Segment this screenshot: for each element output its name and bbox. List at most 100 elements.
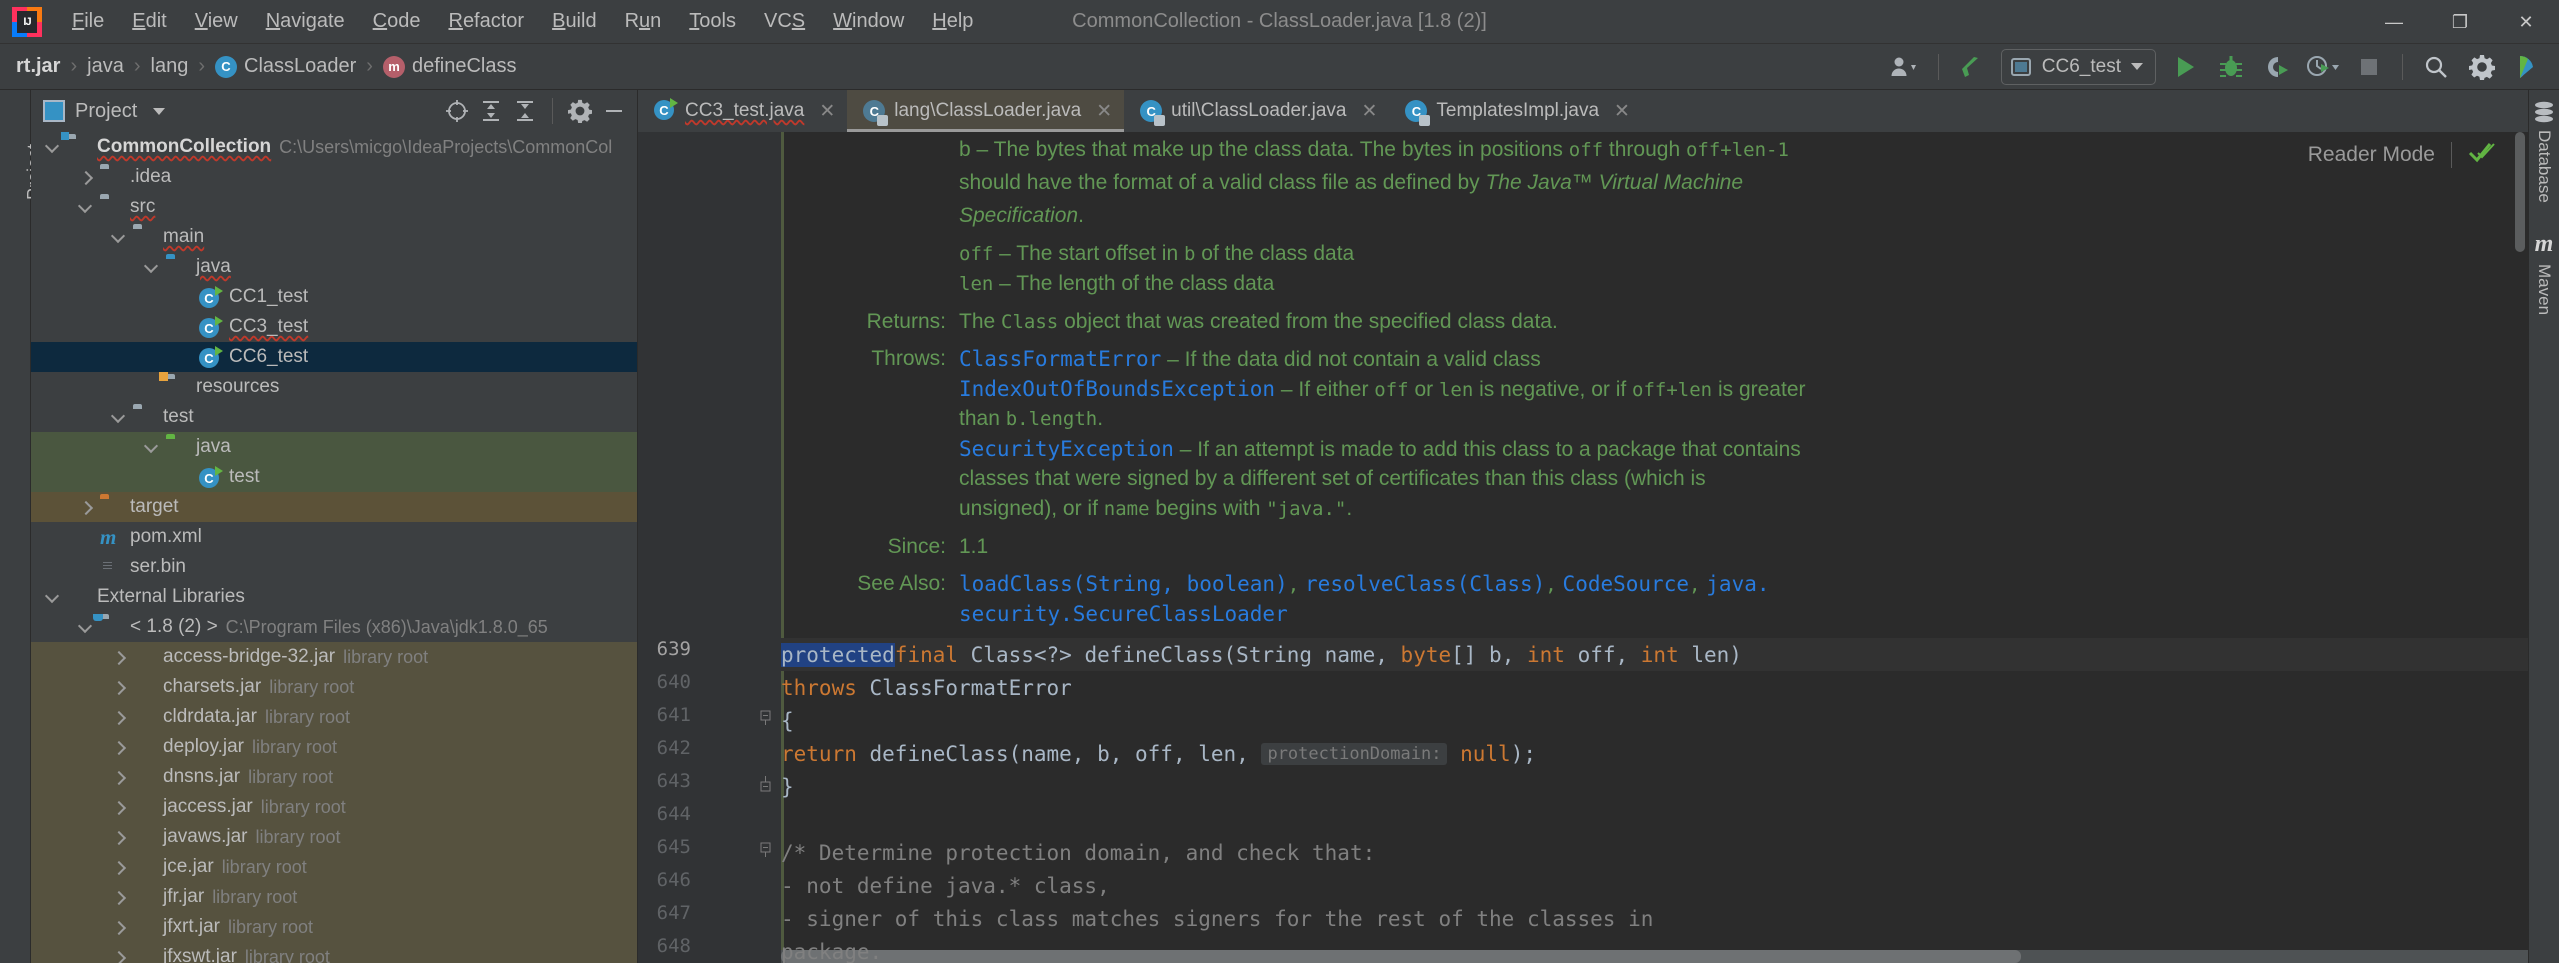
menu-item-window[interactable]: Window [819, 6, 918, 37]
close-button[interactable]: ✕ [2493, 0, 2559, 44]
expand-all-icon[interactable] [474, 94, 508, 128]
tree-node[interactable]: javaws.jar library root [31, 822, 637, 852]
breadcrumb-item-rtjar[interactable]: rt.jar [16, 55, 60, 78]
project-tree[interactable]: CommonCollection C:\Users\micgo\IdeaProje… [31, 132, 637, 963]
code-content[interactable]: b – The bytes that make up the class dat… [781, 132, 2528, 963]
tree-node[interactable]: Ctest [31, 462, 637, 492]
collapse-all-icon[interactable] [508, 94, 542, 128]
user-avatar-icon[interactable] [1882, 47, 1928, 87]
close-icon[interactable]: ✕ [1096, 100, 1112, 123]
code-line[interactable] [781, 803, 2528, 836]
tree-node[interactable]: resources [31, 372, 637, 402]
rail-item-database[interactable]: Database [2532, 100, 2556, 203]
code-line[interactable]: protected final Class<?> defineClass (Str… [781, 638, 2528, 671]
tree-node[interactable]: External Libraries [31, 582, 637, 612]
menu-item-tools[interactable]: Tools [675, 6, 750, 37]
settings-gear-icon[interactable] [563, 94, 597, 128]
chevron-right-icon[interactable] [111, 859, 127, 875]
search-icon[interactable] [2413, 47, 2459, 87]
tree-node[interactable]: jfr.jar library root [31, 882, 637, 912]
code-fold-icon[interactable] [758, 710, 773, 725]
menu-item-refactor[interactable]: Refactor [434, 6, 538, 37]
editor-tab[interactable]: Cutil\ClassLoader.java ✕ [1124, 90, 1389, 132]
chevron-down-icon[interactable] [111, 229, 127, 245]
chevron-right-icon[interactable] [111, 829, 127, 845]
run-with-coverage-icon[interactable] [2254, 47, 2300, 87]
breadcrumb-item-lang[interactable]: lang [151, 55, 189, 78]
tree-node[interactable]: access-bridge-32.jar library root [31, 642, 637, 672]
menu-item-code[interactable]: Code [359, 6, 435, 37]
chevron-down-icon[interactable] [78, 619, 94, 635]
close-icon[interactable]: ✕ [1361, 100, 1377, 123]
settings-gear-icon[interactable] [2459, 47, 2505, 87]
close-icon[interactable]: ✕ [1614, 100, 1630, 123]
minimize-button[interactable]: — [2361, 0, 2427, 44]
tree-node[interactable]: CommonCollection C:\Users\micgo\IdeaProje… [31, 132, 637, 162]
menu-item-help[interactable]: Help [918, 6, 987, 37]
tree-node[interactable]: jfxswt.jar library root [31, 942, 637, 963]
breadcrumb-item-java[interactable]: java [87, 55, 124, 78]
tree-node[interactable]: deploy.jar library root [31, 732, 637, 762]
reader-mode-indicator[interactable]: Reader Mode [2308, 140, 2498, 169]
rail-item-maven[interactable]: m Maven [2534, 231, 2554, 315]
run-icon[interactable] [2162, 47, 2208, 87]
chevron-right-icon[interactable] [111, 739, 127, 755]
chevron-down-icon[interactable] [144, 439, 160, 455]
code-line[interactable]: { [781, 704, 2528, 737]
menu-item-vcs[interactable]: VCS [750, 6, 819, 37]
code-fold-icon[interactable] [758, 842, 773, 857]
code-line[interactable]: package. [781, 935, 2528, 963]
profiler-icon[interactable] [2300, 47, 2346, 87]
tree-node[interactable]: src [31, 192, 637, 222]
check-icon[interactable] [2468, 140, 2498, 169]
tree-node[interactable]: < 1.8 (2) > C:\Program Files (x86)\Java\j… [31, 612, 637, 642]
hide-icon[interactable] [597, 94, 631, 128]
tree-node[interactable]: dnsns.jar library root [31, 762, 637, 792]
chevron-right-icon[interactable] [111, 949, 127, 963]
chevron-right-icon[interactable] [111, 679, 127, 695]
chevron-right-icon[interactable] [111, 649, 127, 665]
menu-item-file[interactable]: File [58, 6, 118, 37]
chevron-down-icon[interactable] [153, 107, 166, 115]
chevron-down-icon[interactable] [78, 199, 94, 215]
tree-node[interactable]: main [31, 222, 637, 252]
chevron-right-icon[interactable] [78, 499, 94, 515]
tree-node[interactable]: ser.bin [31, 552, 637, 582]
tree-node[interactable]: java [31, 252, 637, 282]
editor-tab[interactable]: Clang\ClassLoader.java ✕ [847, 90, 1125, 132]
chevron-down-icon[interactable] [111, 409, 127, 425]
tree-node[interactable]: jfxrt.jar library root [31, 912, 637, 942]
tree-node[interactable]: C CC3_test [31, 312, 637, 342]
debug-icon[interactable] [2208, 47, 2254, 87]
maximize-button[interactable]: ❐ [2427, 0, 2493, 44]
code-line[interactable]: } [781, 770, 2528, 803]
chevron-right-icon[interactable] [111, 709, 127, 725]
tree-node[interactable]: jaccess.jar library root [31, 792, 637, 822]
editor-tab[interactable]: C TemplatesImpl.java ✕ [1389, 90, 1642, 132]
tree-node[interactable]: target [31, 492, 637, 522]
close-icon[interactable]: ✕ [819, 100, 835, 123]
update-project-icon[interactable] [1949, 47, 1995, 87]
breadcrumb-item-classloader[interactable]: C ClassLoader [215, 55, 356, 78]
chevron-right-icon[interactable] [111, 769, 127, 785]
code-line[interactable]: - not define java.* class, [781, 869, 2528, 902]
locate-icon[interactable] [440, 94, 474, 128]
editor-gutter[interactable]: 639640641642643644645646647648649650@ [638, 132, 781, 963]
code-line[interactable]: /* Determine protection domain, and chec… [781, 836, 2528, 869]
tree-node[interactable]: m pom.xml [31, 522, 637, 552]
chevron-right-icon[interactable] [111, 799, 127, 815]
editor-tab[interactable]: C CC3_test.java ✕ [638, 90, 847, 132]
chevron-right-icon[interactable] [111, 919, 127, 935]
chevron-down-icon[interactable] [45, 589, 61, 605]
tree-node[interactable]: .idea [31, 162, 637, 192]
code-line[interactable]: return defineClass(name, b, off, len, pr… [781, 737, 2528, 770]
chevron-right-icon[interactable] [78, 169, 94, 185]
menu-item-view[interactable]: View [181, 6, 252, 37]
menu-item-edit[interactable]: Edit [118, 6, 180, 37]
tree-node[interactable]: C CC1_test [31, 282, 637, 312]
feedback-icon[interactable] [2505, 47, 2551, 87]
breadcrumb-item-defineclass[interactable]: m defineClass [382, 55, 516, 78]
code-line[interactable]: - signer of this class matches signers f… [781, 902, 2528, 935]
tree-node[interactable]: jce.jar library root [31, 852, 637, 882]
chevron-down-icon[interactable] [45, 139, 61, 155]
